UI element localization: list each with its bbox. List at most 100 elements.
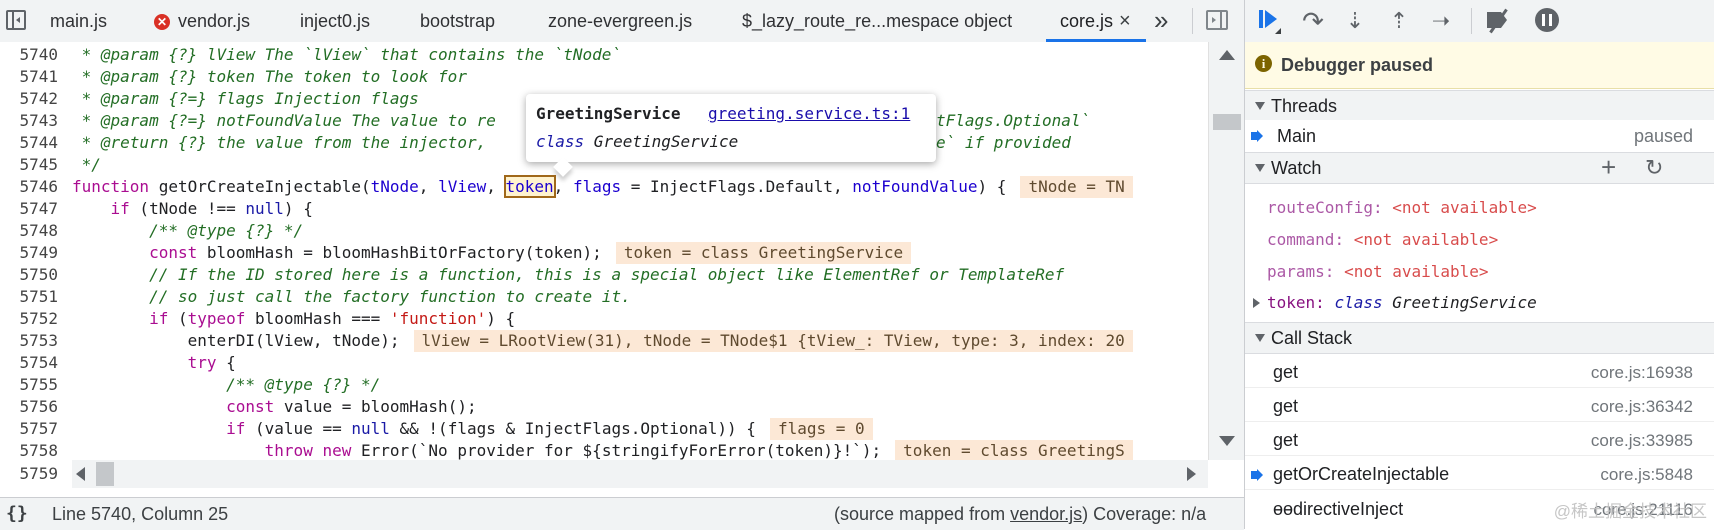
inline-value: tNode = TN [1020,176,1133,198]
line-number[interactable]: 5757 [0,418,58,440]
more-tabs-icon[interactable]: » [1154,0,1169,42]
watch-header[interactable]: Watch + ↻ [1245,152,1714,184]
code-line: 5758 throw new Error(`No provider for ${… [0,440,1208,460]
tab-core-js[interactable]: core.js × [1046,0,1146,42]
debugger-pane: ↷ ⇣ ⇡ ➝ i Debugger paused Threads Main p… [1244,0,1714,529]
paused-message: Debugger paused [1281,55,1434,75]
code-line: 5747 if (tNode !== null) { [0,198,1208,220]
scroll-up-icon[interactable] [1219,50,1235,60]
watermark: @稀土掘金技术社区 [1553,502,1707,521]
line-number[interactable]: 5742 [0,88,58,110]
pretty-print-icon[interactable]: {} [6,498,28,530]
line-number[interactable]: 5754 [0,352,58,374]
editor-tab-bar: main.js ✕ vendor.js inject0.js bootstrap … [0,0,1244,43]
chevron-down-icon [1255,334,1265,342]
thread-item[interactable]: Main paused [1245,120,1714,152]
step-over-icon[interactable]: ↷ [1299,8,1327,34]
line-number[interactable]: 5758 [0,440,58,460]
line-number[interactable]: 5753 [0,330,58,352]
expand-icon[interactable] [1253,298,1260,308]
line-number[interactable]: 5744 [0,132,58,154]
code-line: 5750 // If the ID stored here is a funct… [0,264,1208,286]
line-number[interactable]: 5749 [0,242,58,264]
line-number[interactable]: 5747 [0,198,58,220]
watch-expression[interactable]: params: <not available> [1245,258,1714,286]
scroll-down-icon[interactable] [1219,436,1235,446]
horizontal-scrollbar[interactable] [72,460,1208,488]
status-bar: {} Line 5740, Column 25 (source mapped f… [0,497,1244,530]
watch-expression[interactable]: token: class GreetingService [1245,289,1714,317]
line-number[interactable]: 5750 [0,264,58,286]
scroll-left-icon[interactable] [76,467,85,481]
line-number[interactable]: 5740 [0,44,58,66]
chevron-down-icon [1255,164,1265,172]
watch-expression[interactable]: command: <not available> [1245,226,1714,254]
toggle-navigator-icon[interactable] [6,10,26,30]
pause-on-exceptions-icon[interactable] [1535,8,1559,32]
line-number[interactable]: 5755 [0,374,58,396]
code-line: 5752 if (typeof bloomHash === 'function'… [0,308,1208,330]
hovered-token[interactable]: token [503,175,556,198]
close-tab-icon[interactable]: × [1119,0,1131,42]
line-number[interactable]: 5746 [0,176,58,198]
step-out-icon[interactable]: ⇡ [1385,8,1413,34]
code-line: 5746 function getOrCreateInjectable(tNode… [0,175,1208,198]
line-number[interactable]: 5748 [0,220,58,242]
toggle-debugger-icon[interactable] [1206,10,1228,30]
code-line: 5756 const value = bloomHash(); [0,396,1208,418]
tab-bootstrap[interactable]: bootstrap [420,0,495,42]
line-number[interactable]: 5752 [0,308,58,330]
threads-header[interactable]: Threads [1245,90,1714,122]
add-watch-icon[interactable]: + [1601,153,1616,181]
tab-inject0-js[interactable]: inject0.js [300,0,370,42]
step-icon[interactable]: ➝ [1427,8,1455,34]
inline-value: token = class GreetingService [615,242,912,264]
tab-lazy-route[interactable]: $_lazy_route_re...mespace object [742,0,1012,42]
inline-value: lView = LRootView(31), tNode = TNode$1 {… [413,330,1133,352]
call-frame[interactable]: get core.js:33985 [1245,425,1714,456]
scroll-right-icon[interactable] [1187,467,1196,481]
code-line: 5749 const bloomHash = bloomHashBitOrFac… [0,242,1208,264]
watch-expression[interactable]: routeConfig: <not available> [1245,194,1714,222]
call-frame[interactable]: get core.js:16938 [1245,357,1714,388]
call-frame-current[interactable]: getOrCreateInjectable core.js:5848 [1245,459,1714,490]
call-frame[interactable]: get core.js:36342 [1245,391,1714,422]
step-into-icon[interactable]: ⇣ [1341,8,1369,34]
error-icon: ✕ [154,14,170,30]
tooltip-source-link[interactable]: greeting.service.ts:1 [708,104,910,123]
info-icon: i [1255,55,1272,72]
current-frame-icon [1251,469,1263,481]
paused-banner: i Debugger paused [1245,42,1714,89]
code-line: 5753 enterDI(lView, tNode); lView = LRoot… [0,330,1208,352]
line-number[interactable]: 5756 [0,396,58,418]
refresh-icon[interactable]: ↻ [1645,153,1663,183]
vertical-scrollbar[interactable] [1208,42,1245,460]
divider [1192,8,1193,34]
tab-main-js[interactable]: main.js [50,0,107,42]
tooltip-title: GreetingService [536,104,681,123]
deactivate-breakpoints-icon[interactable] [1485,8,1513,34]
code-line: 5741 * @param {?} token The token to loo… [0,66,1208,88]
line-number[interactable]: 5745 [0,154,58,176]
resume-icon[interactable] [1255,8,1283,34]
inline-value: token = class GreetingS [895,440,1133,460]
line-number[interactable]: 5759 [0,460,58,488]
tooltip-value: class GreetingService [536,132,739,151]
hover-tooltip: GreetingService greeting.service.ts:1 cl… [526,94,936,177]
line-number[interactable]: 5743 [0,110,58,132]
tab-vendor-js[interactable]: ✕ vendor.js [154,0,250,42]
code-line: 5751 // so just call the factory functio… [0,286,1208,308]
inline-value: flags = 0 [769,418,873,440]
call-stack-header[interactable]: Call Stack [1245,322,1714,354]
debugger-toolbar: ↷ ⇣ ⇡ ➝ [1245,0,1714,43]
cursor-position: Line 5740, Column 25 [52,504,229,524]
scroll-thumb[interactable] [1213,114,1241,130]
source-map-link[interactable]: vendor.js [1010,504,1082,524]
code-line: 5754 try { [0,352,1208,374]
current-thread-icon [1251,130,1263,142]
editor-pane: main.js ✕ vendor.js inject0.js bootstrap … [0,0,1245,530]
tab-zone-evergreen-js[interactable]: zone-evergreen.js [548,0,692,42]
line-number[interactable]: 5741 [0,66,58,88]
scroll-thumb[interactable] [96,462,114,486]
line-number[interactable]: 5751 [0,286,58,308]
